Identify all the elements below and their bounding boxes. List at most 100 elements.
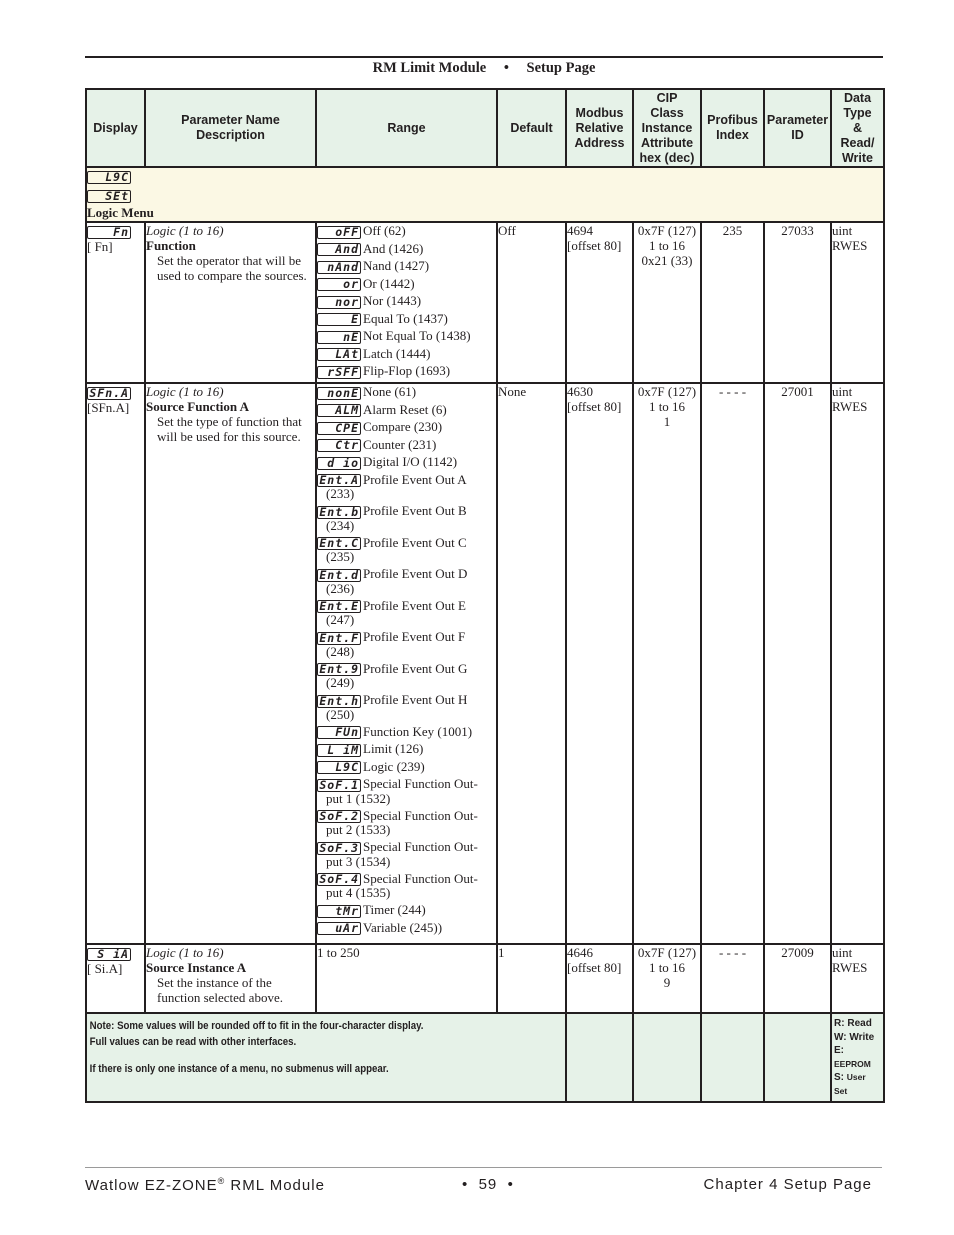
range-option: Ctr Counter (231) (317, 437, 496, 453)
page-header: RM Limit Module • Setup Page (85, 60, 883, 77)
read-write: RWES (832, 399, 868, 414)
cip-class: 0x7F (127) (637, 223, 697, 238)
profibus-cell: 235 (700, 221, 765, 384)
default-cell: Off (496, 221, 567, 384)
display-code: And (317, 243, 361, 257)
display-cell: SFn.A [SFn.A] (85, 382, 146, 945)
range-option: ALM Alarm Reset (6) (317, 402, 496, 418)
legend-key: S: (834, 1072, 844, 1083)
range-option-label: Equal To (1437) (363, 310, 448, 326)
cip-class: 0x7F (127) (637, 945, 697, 960)
display-code: nE (317, 330, 361, 344)
col-header-parameter-text: Parameter Name Description (181, 113, 280, 142)
description-cell: Logic (1 to 16) Source Function A Set th… (144, 382, 317, 945)
range-option: Ent.F Profile Event Out F (248) (317, 629, 496, 659)
note-line: If there is only one instance of a menu,… (89, 1063, 389, 1075)
display-code: Fn (87, 225, 131, 239)
range-option: Ent.C Profile Event Out C (235) (317, 535, 496, 565)
range-option-label: Or (1442) (363, 275, 415, 291)
cip-instance: 1 to 16 (648, 960, 686, 975)
param-id-cell: 27009 (763, 943, 832, 1014)
table-row: S iA [ Si.A] Logic (1 to 16) Source Inst… (85, 943, 885, 1014)
data-type-cell: uint RWES (830, 943, 885, 1014)
range-option-label: Profile Event Out B (363, 503, 467, 519)
range-option-continuation: (234) (326, 517, 355, 533)
range-option: tMr Timer (244) (317, 902, 496, 918)
cip-cell: 0x7F (127) 1 to 16 1 (632, 382, 702, 945)
modbus-offset: [offset 80] (567, 238, 622, 253)
display-code: rSFF (317, 365, 361, 379)
display-code: L9C (87, 170, 131, 184)
display-code: E (317, 313, 361, 327)
range-option: SoF.1 Special Function Out-put 1 (1532) (317, 776, 496, 806)
range-option: oFF Off (62) (317, 223, 496, 239)
display-code: SEt (87, 189, 131, 203)
param-group: Logic (1 to 16) (146, 945, 224, 960)
range-option: Ent.E Profile Event Out E (247) (317, 598, 496, 627)
description-cell: Logic (1 to 16) Source Instance A Set th… (144, 943, 317, 1014)
cip-cell: 0x7F (127) 1 to 16 0x21 (33) (632, 221, 702, 384)
display-cell: Fn [ Fn] (85, 221, 146, 384)
param-id-cell: 27033 (763, 221, 832, 384)
data-type-cell: uint RWES (830, 221, 885, 384)
range-option-continuation: (235) (326, 549, 355, 565)
range-option-label: Latch (1444) (363, 345, 431, 361)
note-empty-cell (632, 1012, 702, 1103)
range-option-label: Logic (239) (363, 758, 425, 774)
legend-item: W: Write (834, 1031, 881, 1045)
display-alt: [SFn.A] (87, 399, 130, 415)
range-option-continuation: put 3 (1534) (326, 853, 391, 869)
range-option: or Or (1442) (317, 276, 496, 292)
display-code: ALM (317, 404, 361, 418)
profibus-cell: - - - - (700, 943, 765, 1014)
modbus-offset: [offset 80] (567, 399, 622, 414)
range-option-continuation: (233) (326, 486, 355, 502)
display-code: uAr (317, 922, 361, 936)
range-option-label: Profile Event Out G (363, 660, 468, 676)
range-option: uAr Variable (245)) (317, 920, 496, 936)
range-option: SoF.3 Special Function Out-put 3 (1534) (317, 839, 496, 869)
range-option: SoF.4 Special Function Out-put 4 (1535) (317, 871, 496, 900)
read-write: RWES (832, 238, 868, 253)
footer-left: Watlow EZ-ZONE® RML Module (85, 1176, 325, 1194)
data-type: uint (832, 945, 853, 960)
range-option-label: Flip-Flop (1693) (363, 363, 451, 379)
range-option-label: Nand (1427) (363, 258, 430, 274)
col-header-modbus: Modbus Relative Address (565, 88, 634, 168)
param-group: Logic (1 to 16) (146, 384, 224, 399)
range-option: CPE Compare (230) (317, 419, 496, 435)
table-header-row: Display Parameter Name Description Range … (85, 88, 885, 168)
description-cell: Logic (1 to 16) Function Set the operato… (144, 221, 317, 384)
col-header-cip: CIP Class Instance Attribute hex (dec) (632, 88, 702, 168)
range-option-label: Alarm Reset (6) (363, 401, 447, 417)
footer-product-suffix: RML Module (225, 1177, 325, 1194)
col-header-param-id: Parameter ID (763, 88, 832, 168)
legend-key: E: (834, 1045, 844, 1056)
range-option-continuation: (250) (326, 706, 355, 722)
range-option-label: Digital I/O (1142) (363, 454, 458, 470)
col-header-display: Display (85, 88, 146, 168)
legend-value: Read (847, 1018, 872, 1029)
range-option: nE Not Equal To (1438) (317, 328, 496, 344)
modbus-offset: [offset 80] (567, 960, 622, 975)
range-option-continuation: (236) (326, 580, 355, 596)
display-code: SoF.1 (317, 778, 361, 792)
modbus-cell: 4694 [offset 80] (565, 221, 634, 384)
range-option-continuation: (248) (326, 643, 355, 659)
range-option-label: Profile Event Out F (363, 629, 466, 645)
display-cell: S iA [ Si.A] (85, 943, 146, 1014)
range-option-label: And (1426) (363, 240, 424, 256)
range-option-continuation: put 2 (1533) (326, 822, 391, 838)
range-option: Ent.A Profile Event Out A (233) (317, 472, 496, 502)
legend-item: R: Read (834, 1017, 881, 1031)
display-code: Ctr (317, 439, 361, 453)
range-option-label: Special Function Out- (363, 807, 478, 823)
legend-value: EEPROM (834, 1058, 871, 1069)
param-name: Source Instance A (146, 960, 247, 975)
module-title: RM Limit Module (372, 60, 487, 76)
range-option: L9C Logic (239) (317, 759, 496, 775)
display-code: nAnd (317, 260, 361, 274)
default-cell: None (496, 382, 567, 945)
param-description: Set the instance of the function selecte… (157, 975, 283, 1005)
range-option: Ent.h Profile Event Out H (250) (317, 692, 496, 722)
